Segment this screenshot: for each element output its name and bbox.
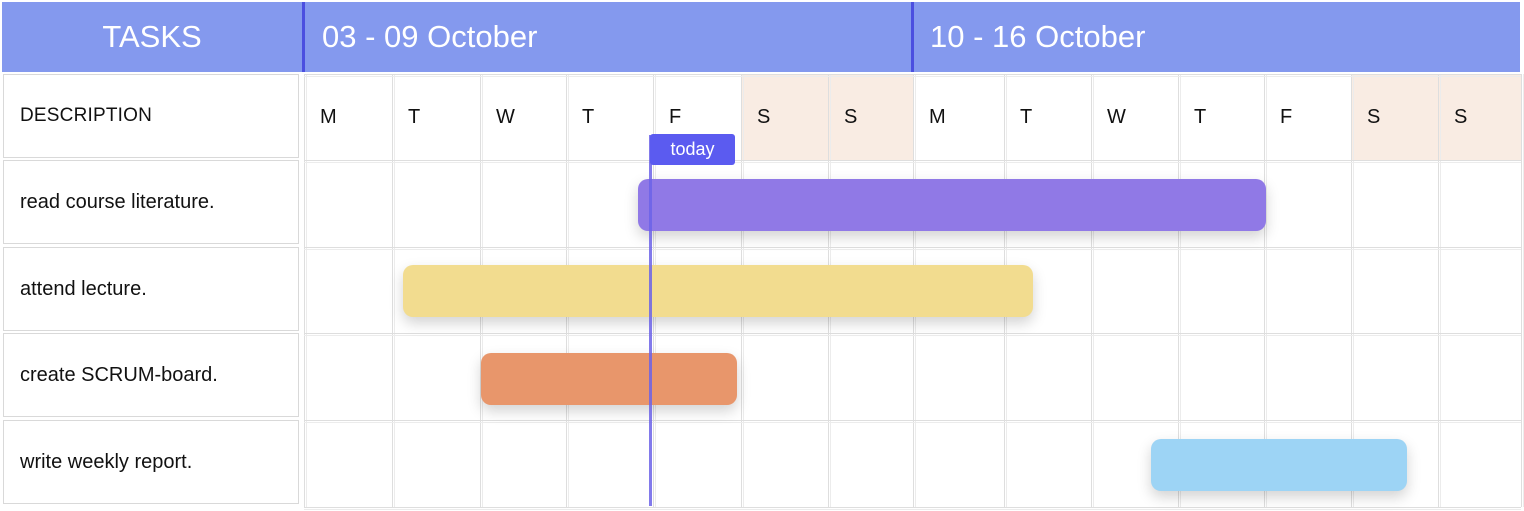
task-label-read-course-literature[interactable]: read course literature. — [3, 160, 299, 244]
grid-line-vertical — [1521, 74, 1522, 507]
grid-line-vertical — [304, 74, 305, 507]
grid-line-horizontal — [304, 509, 1521, 510]
day-label: S — [1367, 106, 1381, 128]
task-bar-attend-lecture[interactable] — [403, 265, 1033, 317]
week-separator-2 — [911, 2, 914, 72]
grid-line-vertical — [1440, 74, 1441, 507]
grid-line-vertical — [1091, 74, 1092, 507]
day-label: M — [320, 106, 337, 128]
grid-line-vertical — [392, 74, 393, 507]
day-label: W — [1107, 106, 1126, 128]
grid-line-horizontal — [304, 335, 1521, 336]
grid-line-horizontal — [304, 420, 1521, 421]
weekend-header-cell — [1351, 74, 1438, 160]
grid-line-horizontal — [304, 76, 1521, 77]
day-label: S — [757, 106, 771, 128]
today-marker-line — [649, 135, 652, 506]
day-label: S — [844, 106, 858, 128]
task-label-attend-lecture[interactable]: attend lecture. — [3, 247, 299, 331]
weekend-header-cell — [741, 74, 828, 160]
grid-line-vertical — [1438, 74, 1439, 507]
weekend-header-cell — [828, 74, 913, 160]
day-label: T — [1020, 106, 1033, 128]
grid-line-vertical — [394, 74, 395, 507]
task-label-write-weekly-report[interactable]: write weekly report. — [3, 420, 299, 504]
day-label: M — [929, 106, 946, 128]
task-bar-read-course-literature[interactable] — [638, 179, 1266, 231]
grid-line-horizontal — [304, 333, 1521, 334]
grid-line-horizontal — [304, 507, 1521, 508]
day-label: S — [1454, 106, 1468, 128]
tasks-header: TASKS — [102, 19, 202, 54]
grid-line-horizontal — [304, 422, 1521, 423]
week-header-2: 10 - 16 October — [930, 19, 1146, 54]
day-label: F — [669, 106, 682, 128]
task-label-create-scrum-board[interactable]: create SCRUM-board. — [3, 333, 299, 417]
grid-line-horizontal — [304, 249, 1521, 250]
weekend-header-cell — [1438, 74, 1521, 160]
day-label: T — [408, 106, 421, 128]
day-label: W — [496, 106, 515, 128]
grid-line-vertical — [306, 74, 307, 507]
day-label: T — [1194, 106, 1207, 128]
grid-line-horizontal — [304, 247, 1521, 248]
grid-line-horizontal — [304, 160, 1521, 161]
grid-line-horizontal — [304, 74, 1521, 75]
day-label: F — [1280, 106, 1293, 128]
day-label: T — [582, 106, 595, 128]
grid-line-vertical — [1093, 74, 1094, 507]
description-header: DESCRIPTION — [3, 74, 299, 158]
week-separator-1 — [302, 2, 305, 72]
week-header-1: 03 - 09 October — [322, 19, 538, 54]
today-badge: today — [650, 134, 735, 165]
task-bar-write-weekly-report[interactable] — [1151, 439, 1407, 491]
task-bar-create-scrum-board[interactable] — [481, 353, 737, 405]
gantt-chart: TASKS 03 - 09 October 10 - 16 October DE… — [0, 0, 1524, 511]
grid-line-horizontal — [304, 162, 1521, 163]
